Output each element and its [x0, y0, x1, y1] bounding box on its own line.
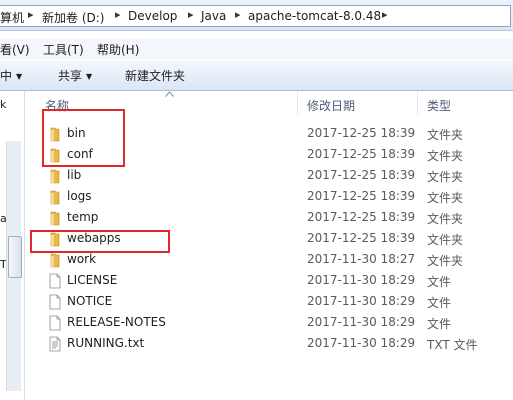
file-date: 2017-11-30 18:29 — [307, 294, 416, 308]
file-date: 2017-12-25 18:39 — [307, 210, 416, 224]
file-date: 2017-12-25 18:39 — [307, 168, 416, 182]
sort-ascending-icon — [165, 91, 174, 97]
breadcrumb-develop[interactable]: Develop — [128, 9, 177, 23]
breadcrumb-chevron-icon[interactable]: ▸ — [28, 8, 34, 21]
text-file-icon — [49, 336, 61, 352]
breadcrumb[interactable]: 算机 ▸ 新加卷 (D:) ▸ Develop ▸ Java ▸ apache-… — [0, 5, 511, 27]
address-bar: 算机 ▸ 新加卷 (D:) ▸ Develop ▸ Java ▸ apache-… — [0, 0, 513, 31]
file-icon — [49, 273, 61, 289]
column-divider[interactable] — [417, 91, 418, 115]
file-date: 2017-12-25 18:39 — [307, 231, 416, 245]
file-type: 文件夹 — [427, 149, 464, 163]
file-name: NOTICE — [67, 294, 113, 308]
column-type[interactable]: 类型 — [427, 97, 451, 114]
folder-icon — [50, 211, 60, 226]
organize-label: 中 — [0, 69, 13, 83]
navigation-pane[interactable]: k av T. — [0, 91, 25, 400]
column-divider[interactable] — [297, 91, 298, 115]
file-date: 2017-11-30 18:27 — [307, 252, 416, 266]
file-type: 文件夹 — [427, 170, 464, 184]
column-date-modified[interactable]: 修改日期 — [307, 97, 355, 114]
file-row-running-txt[interactable]: RUNNING.txt 2017-11-30 18:29 TXT 文件 — [25, 334, 513, 355]
file-type: 文件 — [427, 275, 452, 289]
share-label: 共享 — [58, 69, 83, 83]
file-type: 文件夹 — [427, 128, 464, 142]
file-name: logs — [67, 189, 92, 203]
folder-icon — [50, 169, 60, 184]
file-date: 2017-11-30 18:29 — [307, 315, 416, 329]
breadcrumb-java[interactable]: Java — [201, 9, 226, 23]
menu-tools[interactable]: 工具(T) — [43, 41, 84, 58]
breadcrumb-chevron-icon[interactable]: ▸ — [235, 8, 241, 21]
breadcrumb-tomcat[interactable]: apache-tomcat-8.0.48 — [248, 9, 381, 23]
file-icon — [49, 294, 61, 310]
file-type: 文件 — [427, 317, 452, 331]
breadcrumb-computer[interactable]: 算机 — [0, 9, 24, 26]
folder-icon — [50, 253, 60, 268]
file-type: 文件夹 — [427, 233, 464, 247]
file-date: 2017-12-25 18:39 — [307, 147, 416, 161]
file-date: 2017-12-25 18:39 — [307, 126, 416, 140]
file-date: 2017-11-30 18:29 — [307, 336, 416, 350]
file-row-logs[interactable]: logs 2017-12-25 18:39 文件夹 — [25, 187, 513, 208]
nav-item-fragment[interactable]: k — [0, 98, 6, 111]
file-row-work[interactable]: work 2017-11-30 18:27 文件夹 — [25, 250, 513, 271]
nav-scrollbar-thumb[interactable] — [8, 236, 22, 278]
file-type: 文件夹 — [427, 254, 464, 268]
file-row-notice[interactable]: NOTICE 2017-11-30 18:29 文件 — [25, 292, 513, 313]
menu-view[interactable]: 看(V) — [0, 41, 30, 58]
file-row-lib[interactable]: lib 2017-12-25 18:39 文件夹 — [25, 166, 513, 187]
chevron-down-icon: ▼ — [86, 72, 93, 81]
file-type: 文件夹 — [427, 191, 464, 205]
file-row-release-notes[interactable]: RELEASE-NOTES 2017-11-30 18:29 文件 — [25, 313, 513, 334]
file-date: 2017-11-30 18:29 — [307, 273, 416, 287]
file-type: TXT 文件 — [427, 338, 478, 352]
breadcrumb-chevron-icon[interactable]: ▸ — [188, 8, 194, 21]
organize-button[interactable]: 中 ▼ — [0, 67, 22, 84]
file-name: work — [67, 252, 97, 266]
file-name: LICENSE — [67, 273, 118, 287]
file-icon — [49, 315, 61, 331]
menu-help[interactable]: 帮助(H) — [97, 41, 139, 58]
share-button[interactable]: 共享 ▼ — [58, 67, 92, 84]
command-bar: 中 ▼ 共享 ▼ 新建文件夹 — [0, 60, 513, 91]
file-name: lib — [67, 168, 82, 182]
file-name: RUNNING.txt — [67, 336, 145, 350]
file-type: 文件 — [427, 296, 452, 310]
file-name: RELEASE-NOTES — [67, 315, 166, 329]
file-row-license[interactable]: LICENSE 2017-11-30 18:29 文件 — [25, 271, 513, 292]
highlight-box-webapps — [30, 230, 170, 253]
menu-bar: 看(V) 工具(T) 帮助(H) — [0, 39, 513, 59]
file-type: 文件夹 — [427, 212, 464, 226]
highlight-box-bin-conf — [42, 109, 125, 167]
new-folder-button[interactable]: 新建文件夹 — [125, 67, 185, 84]
chevron-down-icon: ▼ — [16, 72, 23, 81]
file-date: 2017-12-25 18:39 — [307, 189, 416, 203]
breadcrumb-chevron-icon[interactable]: ▸ — [115, 8, 121, 21]
breadcrumb-drive-d[interactable]: 新加卷 (D:) — [42, 9, 104, 26]
file-name: temp — [67, 210, 99, 224]
folder-icon — [50, 190, 60, 205]
breadcrumb-chevron-icon[interactable]: ▸ — [382, 8, 388, 21]
file-row-temp[interactable]: temp 2017-12-25 18:39 文件夹 — [25, 208, 513, 229]
